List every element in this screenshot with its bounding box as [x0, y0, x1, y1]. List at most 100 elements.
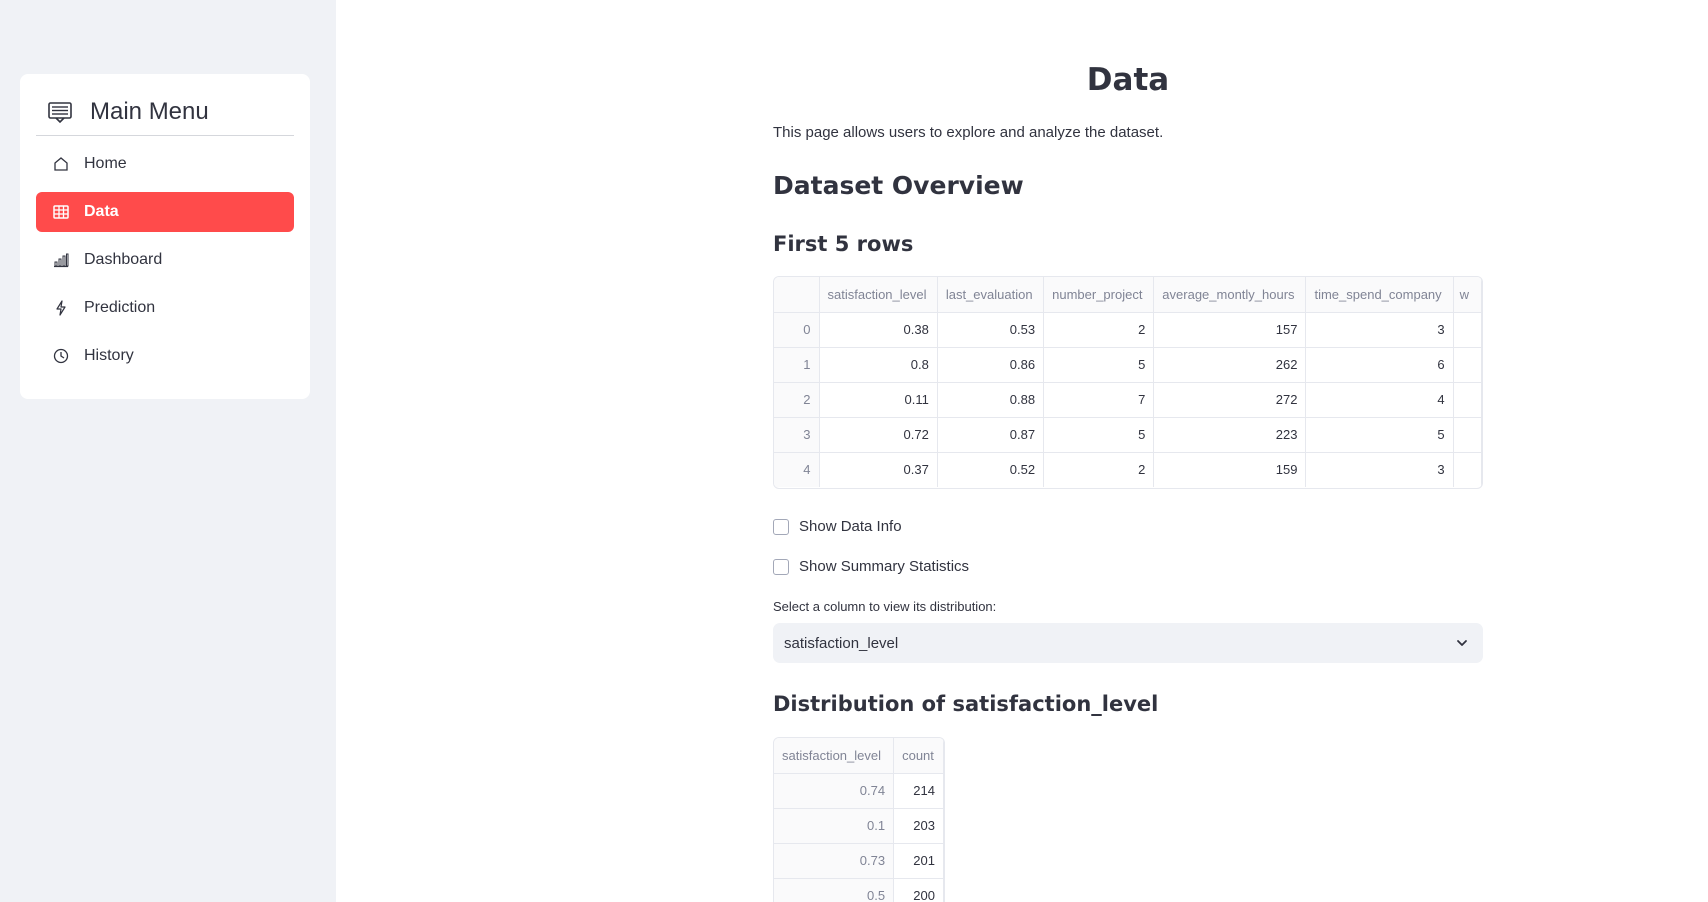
column-header[interactable]: satisfaction_level	[774, 738, 895, 774]
table-cell[interactable]	[1453, 382, 1482, 418]
column-header[interactable]: satisfaction_level	[819, 277, 938, 313]
row-index: 0.74	[774, 773, 895, 809]
sidebar-item-label: Dashboard	[84, 251, 163, 268]
column-select[interactable]: satisfaction_level	[773, 623, 1483, 663]
table-cell[interactable]: 214	[893, 773, 944, 809]
table-cell[interactable]: 0.52	[937, 452, 1045, 487]
row-index: 1	[774, 347, 820, 383]
table-cell[interactable]: 4	[1305, 382, 1454, 418]
table-cell[interactable]: 5	[1043, 347, 1155, 383]
sidebar: Main Menu Home Data Dashboard Prediction…	[0, 0, 336, 902]
table-cell[interactable]: 0.11	[819, 382, 938, 418]
table-header-row: satisfaction_level last_evaluation numbe…	[774, 277, 1482, 313]
table-cell[interactable]: 272	[1153, 382, 1307, 418]
table-row: 0.73 201	[774, 843, 944, 879]
table-cell[interactable]: 203	[893, 808, 944, 844]
table-cell[interactable]: 5	[1043, 417, 1155, 453]
table-cell[interactable]: 159	[1153, 452, 1307, 487]
table-cell[interactable]: 6	[1305, 347, 1454, 383]
table-cell[interactable]: 201	[893, 843, 944, 879]
table-row: 0.74 214	[774, 773, 944, 809]
checkbox-label: Show Summary Statistics	[799, 558, 970, 575]
table-header-row: satisfaction_level count	[774, 738, 944, 774]
checkbox-label: Show Data Info	[799, 518, 902, 535]
table-cell[interactable]: 0.38	[819, 312, 938, 348]
page-description: This page allows users to explore and an…	[773, 124, 1164, 141]
checkbox-box[interactable]	[773, 518, 789, 535]
sidebar-item-label: Data	[84, 203, 119, 220]
main-area: Data This page allows users to explore a…	[336, 0, 1708, 902]
sidebar-item-prediction[interactable]: Prediction	[36, 288, 294, 328]
checkbox-box[interactable]	[773, 558, 789, 575]
column-select-value: satisfaction_level	[784, 634, 899, 652]
row-index: 0	[774, 312, 820, 348]
table-cell[interactable]: 0.72	[819, 417, 938, 453]
sidebar-item-home[interactable]: Home	[36, 144, 294, 184]
table-cell[interactable]: 3	[1305, 452, 1454, 487]
menu-title: Main Menu	[90, 97, 209, 125]
column-header[interactable]: average_montly_hours	[1153, 277, 1307, 313]
column-header[interactable]: number_project	[1043, 277, 1155, 313]
table-cell[interactable]	[1453, 417, 1482, 453]
distribution-heading: Distribution of satisfaction_level	[773, 692, 1159, 716]
table-cell[interactable]	[1453, 312, 1482, 348]
distribution-table[interactable]: satisfaction_level count 0.74 214 0.1 20…	[773, 737, 945, 902]
menu-items: Home Data Dashboard Prediction History	[36, 144, 294, 384]
table-cell[interactable]	[1453, 452, 1482, 487]
table-icon	[53, 205, 69, 219]
table-cell[interactable]: 0.87	[937, 417, 1045, 453]
row-index: 4	[774, 452, 820, 487]
table-cell[interactable]: 157	[1153, 312, 1307, 348]
table-cell[interactable]: 0.37	[819, 452, 938, 487]
table-row: 2 0.11 0.88 7 272 4	[774, 382, 1482, 418]
table-row: 0.5 200	[774, 878, 944, 902]
table-cell[interactable]: 0.53	[937, 312, 1045, 348]
table-cell[interactable]: 2	[1043, 312, 1155, 348]
sidebar-item-label: Home	[84, 155, 127, 172]
sidebar-item-history[interactable]: History	[36, 336, 294, 376]
table-cell[interactable]: 2	[1043, 452, 1155, 487]
table-cell[interactable]	[1453, 347, 1482, 383]
row-index: 0.1	[774, 808, 895, 844]
table-row: 1 0.8 0.86 5 262 6	[774, 347, 1482, 383]
bar-chart-icon	[54, 253, 69, 268]
row-index: 0.73	[774, 843, 895, 879]
show-data-info-checkbox[interactable]: Show Data Info	[773, 518, 902, 535]
table-cell[interactable]: 200	[893, 878, 944, 902]
sidebar-item-data[interactable]: Data	[36, 192, 294, 232]
table-cell[interactable]: 262	[1153, 347, 1307, 383]
table-cell[interactable]: 223	[1153, 417, 1307, 453]
home-icon	[54, 157, 68, 171]
table-cell[interactable]: 0.86	[937, 347, 1045, 383]
table-cell[interactable]: 3	[1305, 312, 1454, 348]
first-rows-heading: First 5 rows	[773, 232, 914, 256]
menu-header: Main Menu	[36, 88, 294, 136]
table-cell[interactable]: 0.8	[819, 347, 938, 383]
lightning-icon	[56, 300, 66, 316]
table-cell[interactable]: 0.88	[937, 382, 1045, 418]
index-column-header[interactable]	[774, 277, 820, 313]
sidebar-item-label: History	[84, 347, 134, 364]
app: Main Menu Home Data Dashboard Prediction…	[0, 0, 1708, 902]
row-index: 0.5	[774, 878, 895, 902]
table-row: 0 0.38 0.53 2 157 3	[774, 312, 1482, 348]
sidebar-item-dashboard[interactable]: Dashboard	[36, 240, 294, 280]
table-row: 0.1 203	[774, 808, 944, 844]
table-row: 4 0.37 0.52 2 159 3	[774, 452, 1482, 487]
table-cell[interactable]: 7	[1043, 382, 1155, 418]
main-menu-card: Main Menu Home Data Dashboard Prediction…	[20, 74, 310, 399]
page-title: Data	[1086, 62, 1170, 98]
clock-icon	[53, 348, 69, 364]
row-index: 3	[774, 417, 820, 453]
column-header[interactable]: time_spend_company	[1305, 277, 1454, 313]
column-select-label: Select a column to view its distribution…	[773, 599, 997, 614]
show-summary-statistics-checkbox[interactable]: Show Summary Statistics	[773, 558, 969, 575]
dataset-overview-heading: Dataset Overview	[773, 171, 1024, 200]
column-header[interactable]: count	[893, 738, 944, 774]
data-preview-table[interactable]: satisfaction_level last_evaluation numbe…	[773, 276, 1483, 489]
column-header[interactable]: last_evaluation	[937, 277, 1045, 313]
sidebar-item-label: Prediction	[84, 299, 156, 316]
row-index: 2	[774, 382, 820, 418]
table-cell[interactable]: 5	[1305, 417, 1454, 453]
column-header[interactable]: w	[1453, 277, 1482, 313]
